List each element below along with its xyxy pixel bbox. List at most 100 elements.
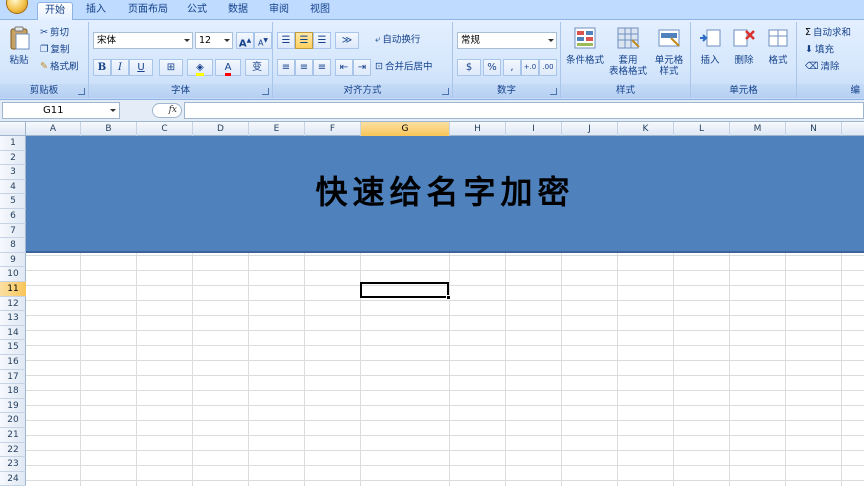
row-header-9[interactable]: 9 — [0, 253, 26, 268]
font-name-select[interactable]: 宋体 — [93, 32, 193, 49]
align-center-button[interactable]: ≡ — [295, 59, 313, 76]
align-left-button[interactable]: ≡ — [277, 59, 295, 76]
row-header-11[interactable]: 11 — [0, 282, 26, 297]
tab-page-layout[interactable]: 页面布局 — [122, 2, 174, 20]
tab-data[interactable]: 数据 — [223, 2, 253, 20]
row-header-20[interactable]: 20 — [0, 413, 26, 428]
font-launcher-icon[interactable] — [262, 88, 269, 95]
row-header-4[interactable]: 4 — [0, 180, 26, 195]
column-header-i[interactable]: I — [506, 122, 562, 136]
row-header-22[interactable]: 22 — [0, 443, 26, 458]
row-header-24[interactable]: 24 — [0, 472, 26, 486]
select-all-corner[interactable] — [0, 122, 26, 136]
row-header-18[interactable]: 18 — [0, 384, 26, 399]
delete-cells-button[interactable]: 删除 — [727, 26, 761, 66]
row-header-17[interactable]: 17 — [0, 370, 26, 385]
number-launcher-icon[interactable] — [550, 88, 557, 95]
cut-button[interactable]: ✂ 剪切 — [40, 25, 69, 41]
row-header-21[interactable]: 21 — [0, 428, 26, 443]
column-header-e[interactable]: E — [249, 122, 305, 136]
italic-button[interactable]: I — [111, 59, 129, 76]
tab-home[interactable]: 开始 — [37, 2, 73, 21]
row-header-15[interactable]: 15 — [0, 340, 26, 355]
increase-indent-button[interactable]: ⇥ — [353, 59, 371, 76]
tab-insert[interactable]: 插入 — [80, 2, 112, 20]
phonetic-button[interactable]: 变 — [245, 59, 269, 76]
column-header-h[interactable]: H — [450, 122, 506, 136]
align-middle-button[interactable]: ☰ — [295, 32, 313, 49]
column-header-j[interactable]: J — [562, 122, 618, 136]
column-header-b[interactable]: B — [81, 122, 137, 136]
decrease-indent-button[interactable]: ⇤ — [335, 59, 353, 76]
number-format-select[interactable]: 常规 — [457, 32, 557, 49]
fill-color-button[interactable]: ◈ — [187, 59, 213, 76]
fill-handle[interactable] — [446, 295, 451, 300]
column-header-d[interactable]: D — [193, 122, 249, 136]
tab-formulas[interactable]: 公式 — [182, 2, 212, 20]
row-header-6[interactable]: 6 — [0, 209, 26, 224]
align-bottom-button[interactable]: ☰ — [313, 32, 331, 49]
bold-button[interactable]: B — [93, 59, 111, 76]
align-right-button[interactable]: ≡ — [313, 59, 331, 76]
row-header-14[interactable]: 14 — [0, 326, 26, 341]
column-header-n[interactable]: N — [786, 122, 842, 136]
align-top-button[interactable]: ☰ — [277, 32, 295, 49]
column-header-k[interactable]: K — [618, 122, 674, 136]
font-name-value: 宋体 — [97, 35, 117, 46]
column-header-g[interactable]: G — [361, 122, 450, 136]
font-color-button[interactable]: A — [215, 59, 241, 76]
format-cells-button[interactable]: 格式 — [761, 26, 795, 66]
merged-title-cell[interactable]: 快速给名字加密 — [26, 136, 864, 253]
name-box[interactable]: G11 — [2, 102, 120, 119]
row-header-13[interactable]: 13 — [0, 311, 26, 326]
format-as-table-button[interactable]: 套用 表格格式 — [607, 26, 649, 77]
row-header-1[interactable]: 1 — [0, 136, 26, 151]
increase-decimal-button[interactable]: +.0 — [521, 59, 539, 76]
decrease-decimal-button[interactable]: .00 — [539, 59, 557, 76]
shrink-font-button[interactable]: A▼ — [254, 32, 272, 49]
row-header-3[interactable]: 3 — [0, 165, 26, 180]
row-header-16[interactable]: 16 — [0, 355, 26, 370]
clipboard-launcher-icon[interactable] — [78, 88, 85, 95]
underline-button[interactable]: U — [129, 59, 153, 76]
active-cell-g11[interactable] — [360, 282, 449, 298]
percent-button[interactable]: % — [483, 59, 501, 76]
copy-button[interactable]: ❐ 复制 — [40, 42, 70, 58]
comma-button[interactable]: , — [503, 59, 521, 76]
row-header-23[interactable]: 23 — [0, 457, 26, 472]
row-header-19[interactable]: 19 — [0, 399, 26, 414]
column-header-c[interactable]: C — [137, 122, 193, 136]
format-painter-button[interactable]: ✎ 格式刷 — [40, 59, 78, 75]
column-header-f[interactable]: F — [305, 122, 361, 136]
row-header-8[interactable]: 8 — [0, 238, 26, 253]
autosum-button[interactable]: Σ 自动求和 — [805, 25, 851, 41]
merge-center-button[interactable]: ⊡ 合并后居中 — [375, 59, 432, 75]
paste-button[interactable]: 粘贴 — [4, 26, 34, 66]
alignment-launcher-icon[interactable] — [442, 88, 449, 95]
column-header-l[interactable]: L — [674, 122, 730, 136]
insert-cells-button[interactable]: 插入 — [693, 26, 727, 66]
clear-button[interactable]: ⌫ 清除 — [805, 59, 839, 75]
font-size-select[interactable]: 12 — [195, 32, 233, 49]
tab-view[interactable]: 视图 — [305, 2, 335, 20]
row-header-5[interactable]: 5 — [0, 194, 26, 209]
column-header-m[interactable]: M — [730, 122, 786, 136]
tab-review[interactable]: 审阅 — [264, 2, 294, 20]
wrap-text-button[interactable]: ⤶ 自动换行 — [375, 32, 420, 48]
fill-button[interactable]: ⬇ 填充 — [805, 42, 834, 58]
grow-font-button[interactable]: A▲ — [236, 32, 254, 49]
formula-input[interactable] — [184, 102, 864, 119]
orientation-button[interactable]: ≫ — [335, 32, 359, 49]
row-header-10[interactable]: 10 — [0, 267, 26, 282]
insert-function-button[interactable]: fx — [152, 103, 182, 118]
borders-button[interactable]: ⊞ — [159, 59, 183, 76]
cell-styles-button[interactable]: 单元格 样式 — [649, 26, 689, 77]
row-header-2[interactable]: 2 — [0, 151, 26, 166]
conditional-format-button[interactable]: 条件格式 — [563, 26, 607, 66]
row-header-12[interactable]: 12 — [0, 297, 26, 312]
accounting-format-button[interactable]: $ — [457, 59, 481, 76]
office-button-icon[interactable] — [6, 0, 28, 14]
row-header-7[interactable]: 7 — [0, 224, 26, 239]
column-header-a[interactable]: A — [26, 122, 81, 136]
title-text: 快速给名字加密 — [315, 173, 575, 211]
